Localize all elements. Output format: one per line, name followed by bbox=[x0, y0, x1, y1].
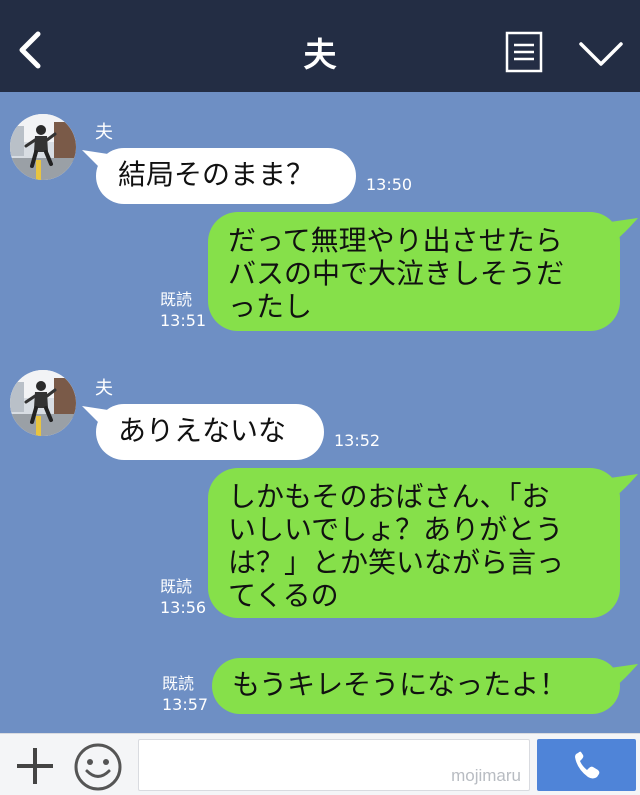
avatar[interactable] bbox=[10, 114, 76, 180]
call-button[interactable] bbox=[537, 739, 636, 791]
chat-area[interactable]: 夫 結局そのまま？ 13:50 既読 13:51 だって無理やり出させたら バス… bbox=[0, 92, 640, 733]
message-time: 13:57 bbox=[162, 695, 209, 714]
phone-icon bbox=[575, 751, 600, 779]
read-receipt: 既読 bbox=[160, 577, 193, 596]
message-text-line: いしいでしょ？ありがとう bbox=[228, 513, 564, 546]
bubble-tail bbox=[610, 218, 638, 242]
chevron-left-icon[interactable] bbox=[14, 30, 54, 70]
chat-header: 夫 bbox=[0, 0, 640, 92]
note-icon[interactable] bbox=[505, 31, 543, 73]
bubble-tail bbox=[610, 664, 638, 688]
message-bubble-incoming[interactable]: 結局そのまま？ bbox=[96, 148, 356, 204]
message-text-line: バスの中で大泣きしそうだ bbox=[228, 257, 565, 290]
watermark: mojimaru bbox=[451, 766, 521, 785]
read-receipt: 既読 bbox=[160, 290, 193, 309]
message-time: 13:52 bbox=[334, 431, 381, 450]
plus-icon[interactable] bbox=[14, 745, 56, 787]
message-time: 13:56 bbox=[160, 598, 207, 617]
message-input-bar: mojimaru bbox=[0, 733, 640, 795]
avatar-photo bbox=[10, 114, 76, 180]
message-text-line: しかもそのおばさん、「お bbox=[228, 480, 550, 513]
message-bubble-outgoing[interactable]: もうキレそうになったよ！ bbox=[212, 658, 620, 714]
message-input[interactable]: mojimaru bbox=[138, 739, 530, 791]
sender-name: 夫 bbox=[95, 378, 113, 399]
message-bubble-incoming[interactable]: ありえないな bbox=[96, 404, 324, 460]
message-text-line: ったし bbox=[228, 290, 313, 323]
message-time: 13:50 bbox=[366, 175, 413, 194]
message-text: もうキレそうになったよ！ bbox=[232, 668, 568, 701]
chat-title: 夫 bbox=[303, 35, 337, 74]
message-text: ありえないな bbox=[118, 414, 287, 447]
smiley-icon[interactable] bbox=[73, 742, 123, 792]
message-text: 結局そのまま？ bbox=[118, 158, 315, 191]
message-text-line: てくるの bbox=[228, 579, 339, 612]
bubble-tail bbox=[610, 474, 638, 498]
read-receipt: 既読 bbox=[162, 674, 195, 693]
message-text-line: だって無理やり出させたら bbox=[228, 224, 563, 257]
sender-name: 夫 bbox=[95, 122, 113, 143]
message-time: 13:51 bbox=[160, 311, 207, 330]
message-bubble-outgoing[interactable]: しかもそのおばさん、「お いしいでしょ？ありがとう は？」とか笑いながら言っ て… bbox=[208, 468, 620, 618]
avatar[interactable] bbox=[10, 370, 76, 436]
avatar-photo bbox=[10, 370, 76, 436]
chevron-down-icon[interactable] bbox=[578, 38, 624, 70]
message-bubble-outgoing[interactable]: だって無理やり出させたら バスの中で大泣きしそうだ ったし bbox=[208, 212, 620, 331]
message-text-line: は？」とか笑いながら言っ bbox=[228, 546, 565, 579]
